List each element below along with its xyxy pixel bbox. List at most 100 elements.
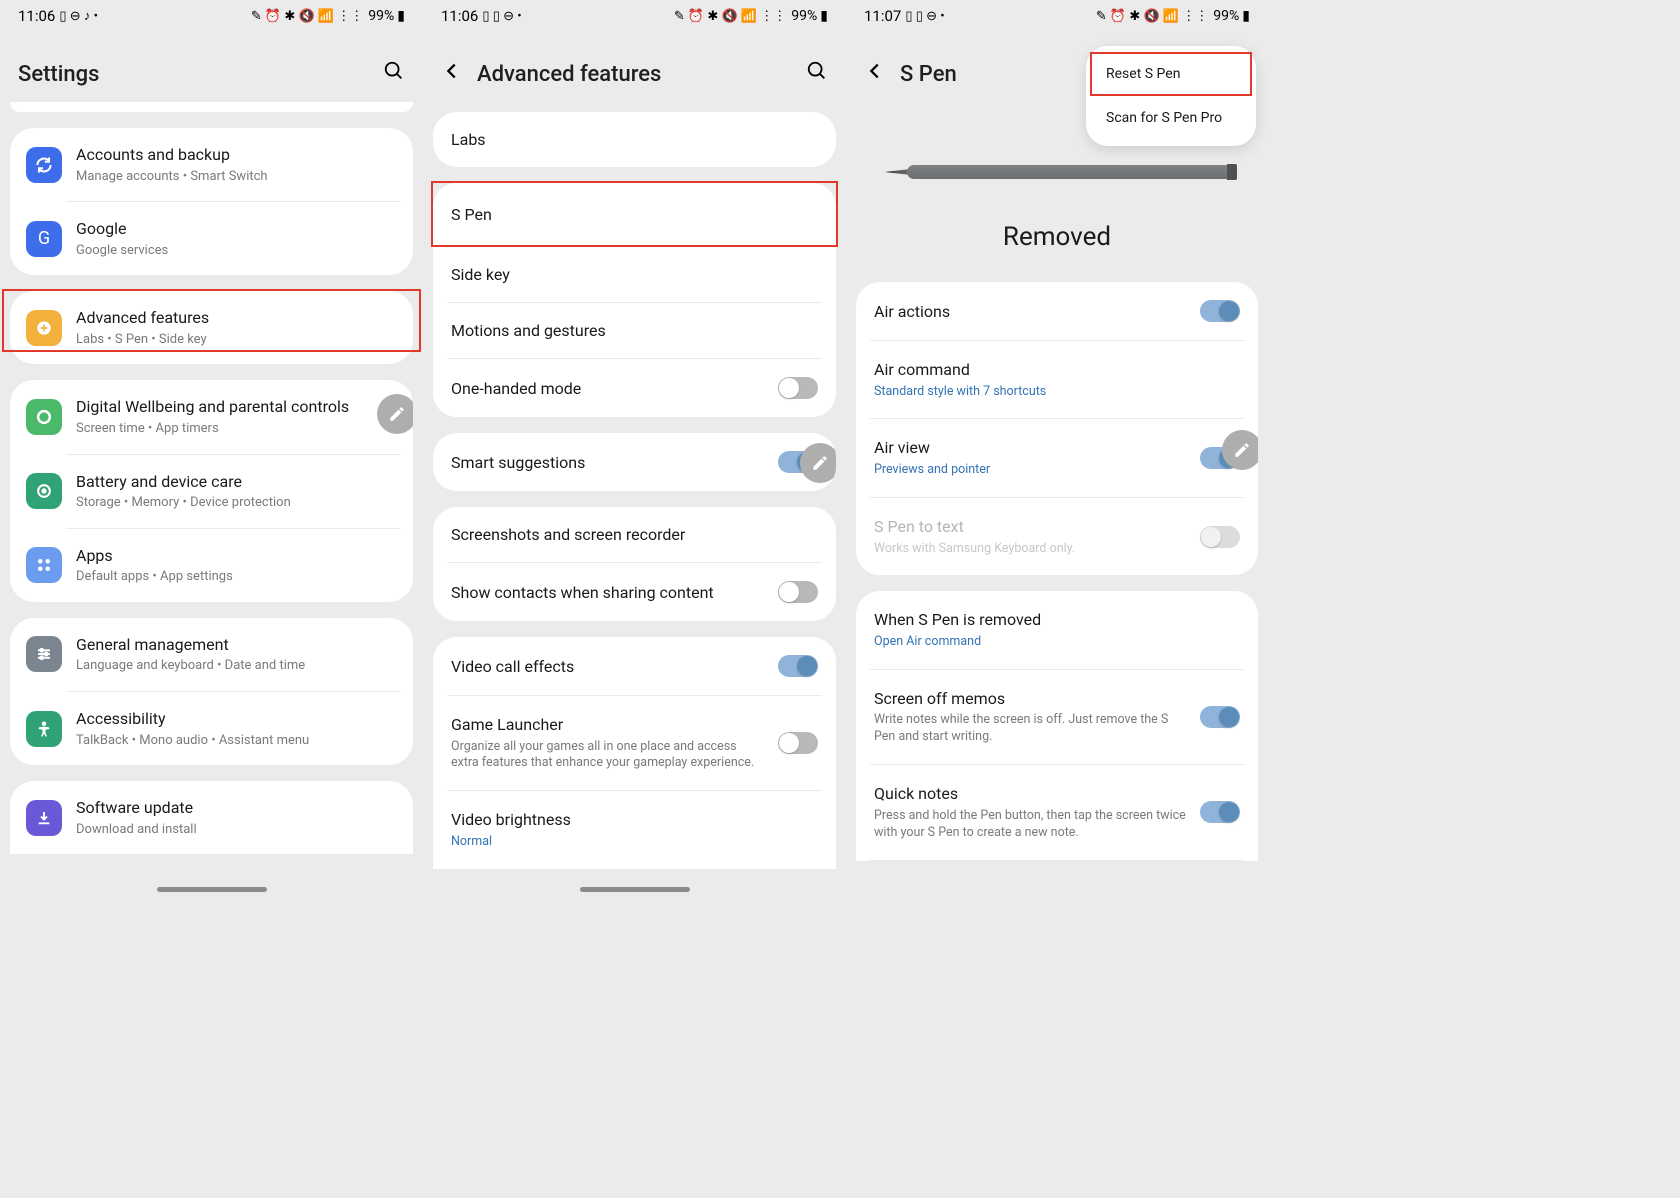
card-prev	[10, 102, 413, 112]
card-advanced-features: Advanced features Labs • S Pen • Side ke…	[10, 291, 413, 364]
row-general-management[interactable]: General management Language and keyboard…	[10, 618, 413, 691]
row-title: Advanced features	[76, 307, 397, 329]
card-accounts-google: Accounts and backup Manage accounts • Sm…	[10, 128, 413, 275]
card-video-gaming: Video call effects Game Launcher Organiz…	[433, 637, 836, 869]
row-title: Video call effects	[451, 657, 574, 676]
status-icons-right: ✎ ⏰ ✱ 🔇 📶 ⋮⋮	[251, 9, 363, 24]
toggle-one-handed[interactable]	[778, 377, 818, 399]
row-title: Labs	[451, 130, 486, 149]
battery-icon: ▮	[1242, 8, 1250, 24]
toggle-quick-notes[interactable]	[1200, 801, 1240, 823]
edit-fab[interactable]	[377, 394, 413, 434]
row-show-contacts[interactable]: Show contacts when sharing content	[433, 563, 836, 621]
row-title: Screenshots and screen recorder	[451, 525, 685, 544]
row-apps[interactable]: Apps Default apps • App settings	[10, 529, 413, 602]
menu-reset-s-pen[interactable]: Reset S Pen	[1086, 52, 1256, 96]
apps-icon	[26, 547, 62, 583]
status-bar: 11:06 ▯ ▯ ⊖ • ✎ ⏰ ✱ 🔇 📶 ⋮⋮ 99% ▮	[423, 0, 846, 32]
row-accessibility[interactable]: Accessibility TalkBack • Mono audio • As…	[10, 692, 413, 765]
toggle-screen-off-memos[interactable]	[1200, 706, 1240, 728]
sliders-icon	[26, 636, 62, 672]
row-game-launcher[interactable]: Game Launcher Organize all your games al…	[433, 696, 836, 790]
row-title: Battery and device care	[76, 471, 397, 493]
row-screen-off-memos[interactable]: Screen off memos Write notes while the s…	[856, 670, 1258, 764]
download-icon	[26, 800, 62, 836]
wellbeing-icon	[26, 399, 62, 435]
row-title: Air command	[874, 359, 1240, 381]
toggle-air-actions[interactable]	[1200, 300, 1240, 322]
row-battery-care[interactable]: Battery and device care Storage • Memory…	[10, 455, 413, 528]
row-title: Side key	[451, 265, 510, 284]
screen-settings: 11:06 ▯ ⊖ ♪ • ✎ ⏰ ✱ 🔇 📶 ⋮⋮ 99% ▮ Setting…	[0, 0, 423, 898]
page-title: Settings	[18, 62, 99, 87]
row-google[interactable]: G Google Google services	[10, 202, 413, 275]
toggle-show-contacts[interactable]	[778, 581, 818, 603]
row-smart-suggestions[interactable]: Smart suggestions	[433, 433, 836, 491]
row-accounts-backup[interactable]: Accounts and backup Manage accounts • Sm…	[10, 128, 413, 201]
row-title: When S Pen is removed	[874, 609, 1240, 631]
row-title: General management	[76, 634, 397, 656]
row-title: S Pen	[451, 205, 492, 224]
edit-fab[interactable]	[1222, 430, 1258, 470]
status-bar: 11:07 ▯ ▯ ⊖ • ✎ ⏰ ✱ 🔇 📶 ⋮⋮ 99% ▮	[846, 0, 1268, 32]
row-sub: Open Air command	[874, 634, 1240, 651]
menu-scan-s-pen-pro[interactable]: Scan for S Pen Pro	[1086, 96, 1256, 140]
status-time: 11:07	[864, 7, 901, 25]
row-air-view[interactable]: Air view Previews and pointer	[856, 419, 1258, 496]
row-s-pen[interactable]: S Pen	[433, 183, 836, 246]
row-sub: Google services	[76, 242, 397, 260]
toggle-game-launcher[interactable]	[778, 732, 818, 754]
card-screenshots-contacts: Screenshots and screen recorder Show con…	[433, 507, 836, 621]
row-title: Apps	[76, 545, 397, 567]
row-sub: Normal	[451, 834, 818, 851]
row-software-update[interactable]: Software update Download and install	[10, 781, 413, 854]
row-sub: Previews and pointer	[874, 462, 1188, 479]
google-icon: G	[26, 221, 62, 257]
row-advanced-features[interactable]: Advanced features Labs • S Pen • Side ke…	[10, 291, 413, 364]
row-labs[interactable]: Labs	[433, 112, 836, 167]
status-icons-right: ✎ ⏰ ✱ 🔇 📶 ⋮⋮	[1096, 9, 1208, 24]
row-title: S Pen to text	[874, 516, 1188, 538]
back-icon[interactable]	[864, 60, 886, 88]
s-pen-image	[877, 162, 1237, 182]
row-screenshots-recorder[interactable]: Screenshots and screen recorder	[433, 507, 836, 562]
overflow-menu: Reset S Pen Scan for S Pen Pro	[1086, 46, 1256, 146]
row-sub: Language and keyboard • Date and time	[76, 657, 397, 675]
card-general-accessibility: General management Language and keyboard…	[10, 618, 413, 765]
row-title: Show contacts when sharing content	[451, 583, 714, 602]
row-sub: Manage accounts • Smart Switch	[76, 168, 397, 186]
status-icons-left: ▯ ▯ ⊖ •	[905, 9, 944, 24]
gear-plus-icon	[26, 310, 62, 346]
edit-fab[interactable]	[800, 443, 836, 483]
row-one-handed-mode[interactable]: One-handed mode	[433, 359, 836, 417]
back-icon[interactable]	[441, 60, 463, 88]
row-air-actions[interactable]: Air actions	[856, 282, 1258, 340]
row-quick-notes[interactable]: Quick notes Press and hold the Pen butto…	[856, 765, 1258, 859]
accessibility-icon	[26, 711, 62, 747]
home-indicator[interactable]	[157, 887, 267, 892]
battery-icon: ▮	[397, 8, 405, 24]
row-title: Air view	[874, 437, 1188, 459]
row-video-call-effects[interactable]: Video call effects	[433, 637, 836, 695]
status-time: 11:06	[441, 7, 478, 25]
row-digital-wellbeing[interactable]: Digital Wellbeing and parental controls …	[10, 380, 413, 453]
device-care-icon	[26, 473, 62, 509]
row-title: Digital Wellbeing and parental controls	[76, 396, 397, 418]
row-title: Air actions	[874, 302, 950, 321]
card-smart-suggestions: Smart suggestions	[433, 433, 836, 491]
row-side-key[interactable]: Side key	[433, 247, 836, 302]
row-video-brightness[interactable]: Video brightness Normal	[433, 791, 836, 868]
battery-icon: ▮	[820, 8, 828, 24]
search-icon[interactable]	[383, 60, 405, 88]
row-when-removed[interactable]: When S Pen is removed Open Air command	[856, 591, 1258, 668]
toggle-video-effects[interactable]	[778, 655, 818, 677]
status-icons-left: ▯ ⊖ ♪ •	[59, 8, 98, 24]
row-sub: Storage • Memory • Device protection	[76, 494, 397, 512]
page-title: Advanced features	[477, 62, 661, 87]
row-title: Google	[76, 218, 397, 240]
row-motions-gestures[interactable]: Motions and gestures	[433, 303, 836, 358]
row-air-command[interactable]: Air command Standard style with 7 shortc…	[856, 341, 1258, 418]
home-indicator[interactable]	[580, 887, 690, 892]
battery-percent: 99%	[368, 8, 394, 24]
search-icon[interactable]	[806, 60, 828, 88]
